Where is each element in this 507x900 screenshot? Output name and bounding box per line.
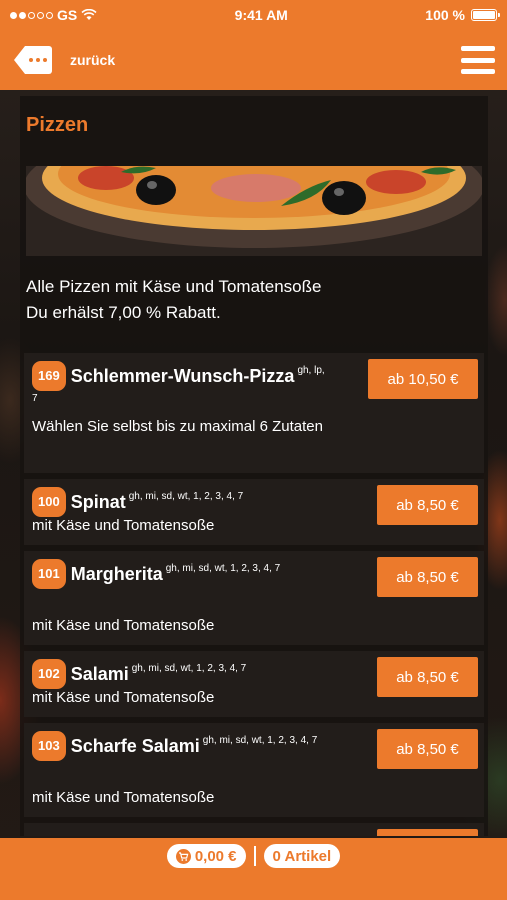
price-button[interactable]: ab 8,50 € <box>377 485 478 525</box>
item-number-badge: 169 <box>32 361 66 391</box>
item-name: Spinat <box>70 492 126 512</box>
item-name: Schlemmer-Wunsch-Pizza <box>70 366 295 386</box>
price-button[interactable] <box>377 829 478 836</box>
item-title: 169 Schlemmer-Wunsch-Pizza gh, lp, 7 <box>32 361 332 417</box>
price-button[interactable]: ab 8,50 € <box>377 657 478 697</box>
back-label: zurück <box>70 52 116 68</box>
item-description: mit Käse und Tomatensoße <box>32 789 215 806</box>
price-button[interactable]: ab 8,50 € <box>377 557 478 597</box>
discount-note: Du erhälst 7,00 % Rabatt. <box>26 303 221 322</box>
article-count-button[interactable]: 0 Artikel <box>263 844 341 868</box>
back-arrow-icon <box>14 46 52 74</box>
signal-strength-icon <box>10 11 53 19</box>
menu-item[interactable]: 100 Spinat gh, mi, sd, wt, 1, 2, 3, 4, 7 m… <box>24 479 484 545</box>
item-description: mit Käse und Tomatensoße <box>32 689 215 706</box>
item-description: mit Käse und Tomatensoße <box>32 617 215 634</box>
battery-icon <box>470 9 500 21</box>
item-title: 101 Margherita gh, mi, sd, wt, 1, 2, 3, 4,… <box>32 559 332 589</box>
item-name: Salami <box>70 664 129 684</box>
item-description: Wählen Sie selbst bis zu maximal 6 Zutat… <box>32 418 323 435</box>
cart-total-button[interactable]: 0,00 € <box>166 844 246 868</box>
item-title: 103 Scharfe Salami gh, mi, sd, wt, 1, 2, 3… <box>32 731 332 761</box>
item-name: Scharfe Salami <box>70 736 200 756</box>
menu-item[interactable] <box>24 823 484 836</box>
allergen-codes: gh, mi, sd, wt, 1, 2, 3, 4, 7 <box>131 663 247 674</box>
divider <box>253 846 256 866</box>
item-number-badge: 101 <box>32 559 66 589</box>
clock: 9:41 AM <box>234 7 288 23</box>
allergen-codes: gh, mi, sd, wt, 1, 2, 3, 4, 7 <box>165 563 281 574</box>
shopping-cart-icon <box>175 848 191 864</box>
item-description: mit Käse und Tomatensoße <box>32 517 215 534</box>
item-number-badge: 103 <box>32 731 66 761</box>
carrier-name: GS <box>57 7 78 23</box>
category-title: Pizzen <box>26 114 89 136</box>
status-bar: GS 9:41 AM 100 % <box>0 0 507 30</box>
allergen-codes: gh, mi, sd, wt, 1, 2, 3, 4, 7 <box>128 491 244 502</box>
menu-item[interactable]: 102 Salami gh, mi, sd, wt, 1, 2, 3, 4, 7 m… <box>24 651 484 717</box>
category-panel: Pizzen Alle Pizzen mit Käse und Tomatens… <box>20 96 488 836</box>
item-name: Margherita <box>70 564 163 584</box>
navigation-bar: zurück <box>0 30 507 90</box>
category-intro: Alle Pizzen mit Käse und Tomatensoße <box>26 277 322 296</box>
menu-item[interactable]: 101 Margherita gh, mi, sd, wt, 1, 2, 3, 4,… <box>24 551 484 645</box>
back-button[interactable]: zurück <box>12 44 115 76</box>
pizza-image <box>26 166 482 256</box>
category-description: Alle Pizzen mit Käse und Tomatensoße Du … <box>26 274 476 326</box>
price-button[interactable]: ab 8,50 € <box>377 729 478 769</box>
price-button[interactable]: ab 10,50 € <box>368 359 478 399</box>
menu-item[interactable]: 103 Scharfe Salami gh, mi, sd, wt, 1, 2, 3… <box>24 723 484 817</box>
cart-total: 0,00 € <box>194 847 237 865</box>
cart-bar: 0,00 € 0 Artikel <box>0 838 507 900</box>
menu-item[interactable]: 169 Schlemmer-Wunsch-Pizza gh, lp, 7 Wähle… <box>24 353 484 473</box>
allergen-codes: gh, mi, sd, wt, 1, 2, 3, 4, 7 <box>202 735 318 746</box>
battery-percentage: 100 % <box>425 7 465 23</box>
article-count: 0 Artikel <box>272 847 332 865</box>
wifi-icon <box>81 9 97 20</box>
hamburger-menu-icon[interactable] <box>461 46 495 74</box>
